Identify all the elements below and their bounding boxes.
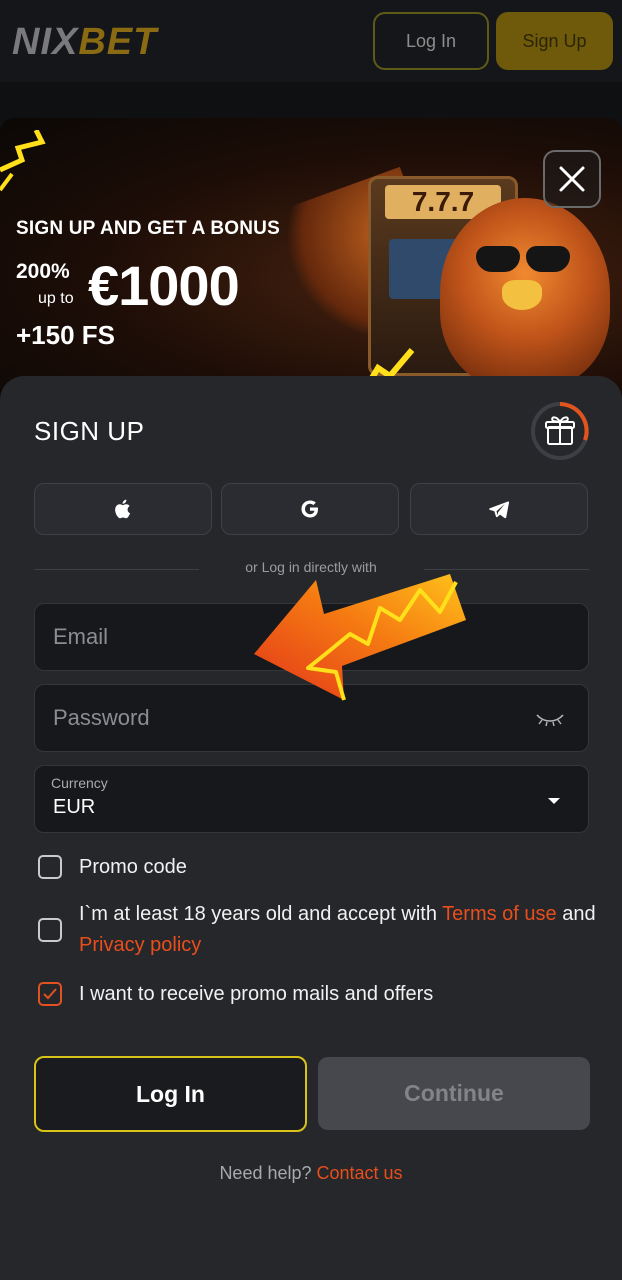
banner-up-to: up to — [38, 290, 74, 307]
google-icon — [301, 500, 318, 518]
beak-graphic — [502, 280, 542, 310]
help-line: Need help? Contact us — [0, 1163, 622, 1184]
promo-mails-row: I want to receive promo mails and offers — [38, 979, 598, 1010]
terms-of-use-link[interactable]: Terms of use — [442, 903, 556, 925]
banner-amount: €1000 — [88, 254, 240, 317]
promo-code-label[interactable]: Promo code — [79, 852, 187, 883]
close-icon — [559, 166, 585, 192]
age-terms-text: I`m at least 18 years old and accept wit… — [79, 903, 443, 925]
sunglasses-graphic — [476, 246, 576, 274]
divider-left — [34, 569, 199, 570]
telegram-signup-button[interactable] — [410, 483, 588, 535]
promo-mails-label[interactable]: I want to receive promo mails and offers — [79, 979, 433, 1010]
signup-panel: SIGN UP or Log in directly with Email Cu… — [0, 376, 622, 1280]
phoenix-mascot-illustration — [440, 198, 610, 388]
promo-code-checkbox[interactable] — [38, 855, 62, 879]
header-signup-button[interactable]: Sign Up — [496, 12, 613, 70]
age-terms-and: and — [556, 903, 596, 925]
header-login-button[interactable]: Log In — [373, 12, 489, 70]
banner-free-spins: +150 FS — [16, 320, 116, 350]
eye-closed-icon[interactable] — [534, 709, 566, 729]
logo-bet: BET — [78, 21, 158, 63]
currency-value: EUR — [53, 796, 96, 818]
banner-percent: 200% — [16, 260, 70, 283]
currency-select[interactable]: Currency EUR — [34, 765, 589, 833]
currency-label: Currency — [51, 775, 108, 791]
top-header: NIXBET Log In Sign Up — [0, 0, 622, 82]
close-button[interactable] — [543, 150, 601, 208]
google-signup-button[interactable] — [221, 483, 399, 535]
age-terms-label: I`m at least 18 years old and accept wit… — [79, 899, 598, 961]
apple-icon — [115, 499, 131, 519]
promo-mails-checkbox[interactable] — [38, 982, 62, 1006]
pointer-arrow-icon — [254, 574, 466, 701]
promo-code-row: Promo code — [38, 852, 598, 883]
logo-nix: NIX — [12, 21, 79, 63]
help-text: Need help? — [219, 1163, 317, 1183]
age-terms-checkbox[interactable] — [38, 918, 62, 942]
telegram-icon — [489, 501, 510, 519]
privacy-policy-link[interactable]: Privacy policy — [79, 934, 201, 956]
continue-button[interactable]: Continue — [318, 1057, 590, 1130]
page-title: SIGN UP — [34, 416, 145, 446]
banner-headline: SIGN UP AND GET A BONUS — [16, 218, 280, 239]
contact-us-link[interactable]: Contact us — [317, 1163, 403, 1183]
bonus-banner: 7.7.7 SIGN UP AND GET A BONUS 200% up to… — [0, 118, 622, 408]
apple-signup-button[interactable] — [34, 483, 212, 535]
checkmark-icon — [43, 988, 57, 1000]
nixbet-logo[interactable]: NIXBET — [12, 20, 157, 64]
login-button[interactable]: Log In — [34, 1056, 307, 1132]
chevron-down-icon — [548, 798, 560, 804]
lightning-bolt-icon — [0, 130, 46, 192]
gift-bonus-icon[interactable] — [529, 400, 591, 462]
age-terms-row: I`m at least 18 years old and accept wit… — [38, 899, 598, 961]
